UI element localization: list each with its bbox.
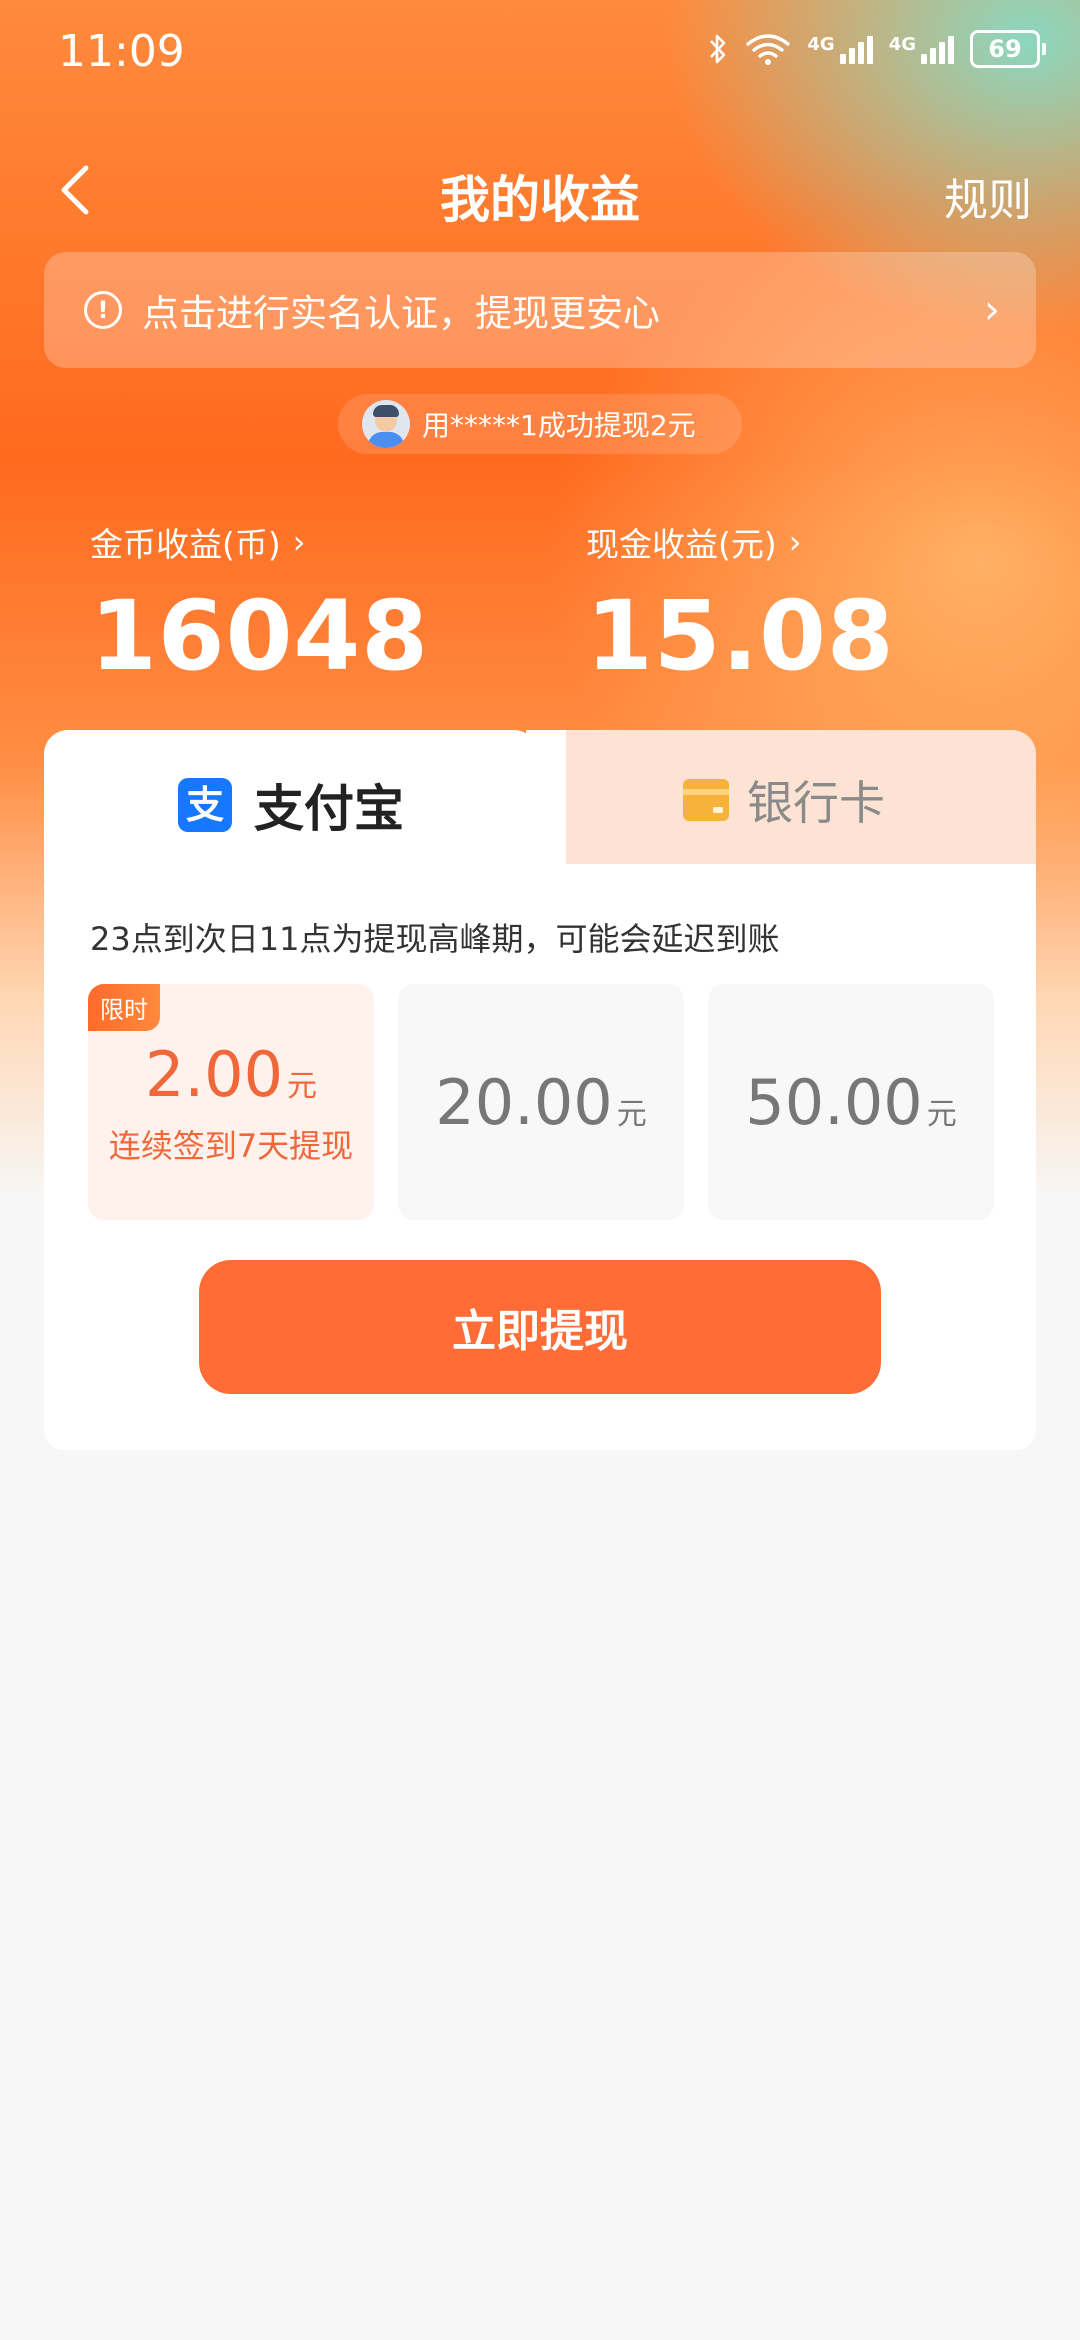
battery-icon: 69 — [970, 30, 1046, 68]
page-title: 我的收益 — [440, 171, 640, 229]
coin-earnings[interactable]: 金币收益(币) › 16048 — [90, 518, 429, 692]
cash-earnings[interactable]: 现金收益(元) › 15.08 — [586, 518, 895, 692]
cell-signal-2-icon: 4G — [889, 34, 954, 64]
limited-time-badge: 限时 — [88, 984, 160, 1031]
cell-signal-1-icon: 4G — [807, 34, 873, 64]
verification-banner[interactable]: ! 点击进行实名认证，提现更安心 › — [44, 252, 1036, 368]
amount-unit: 元 — [287, 1068, 318, 1104]
withdraw-now-button[interactable]: 立即提现 — [199, 1260, 881, 1394]
amount-value: 50.00 — [745, 1065, 923, 1139]
tab-alipay[interactable]: 支 支付宝 — [44, 730, 566, 880]
withdraw-card: 银行卡 23点到次日11点为提现高峰期，可能会延迟到账 限时 2.00 元 连续签… — [44, 730, 1036, 1450]
amount-option-2[interactable]: 限时 2.00 元 连续签到7天提现 — [88, 984, 374, 1220]
amount-options: 限时 2.00 元 连续签到7天提现 20.00 元 50.00 元 — [88, 984, 994, 1220]
amount-option-50[interactable]: 50.00 元 — [708, 984, 994, 1220]
card-body: 23点到次日11点为提现高峰期，可能会延迟到账 限时 2.00 元 连续签到7天提… — [44, 864, 1036, 1450]
amount-condition: 连续签到7天提现 — [108, 1126, 354, 1165]
alert-circle-icon: ! — [84, 291, 122, 329]
tab-bank-card[interactable]: 银行卡 — [532, 730, 1036, 870]
status-icons: 4G 4G 69 — [707, 30, 1046, 68]
banner-text: 点击进行实名认证，提现更安心 — [142, 292, 660, 335]
chevron-right-icon: › — [292, 523, 306, 561]
status-bar: 11:09 4G 4G 69 — [0, 0, 1080, 110]
amount-value: 20.00 — [435, 1065, 613, 1139]
bluetooth-icon — [710, 34, 726, 64]
withdraw-ticker: 用*****1成功提现2元 — [338, 394, 742, 454]
ticker-text: 用*****1成功提现2元 — [422, 409, 696, 442]
cash-earnings-value: 15.08 — [586, 580, 895, 692]
coin-earnings-label: 金币收益(币) — [90, 525, 281, 564]
tab-alipay-label: 支付宝 — [254, 780, 404, 838]
bank-card-icon — [683, 779, 729, 821]
chevron-right-icon: › — [984, 287, 1000, 333]
alipay-icon: 支 — [178, 778, 232, 832]
nav-bar: 我的收益 规则 — [0, 140, 1080, 240]
tab-bank-card-label: 银行卡 — [747, 776, 885, 830]
cash-earnings-label: 现金收益(元) — [586, 525, 777, 564]
peak-time-notice: 23点到次日11点为提现高峰期，可能会延迟到账 — [90, 920, 780, 958]
amount-unit: 元 — [616, 1096, 647, 1132]
clock: 11:09 — [58, 26, 185, 77]
amount-unit: 元 — [926, 1096, 957, 1132]
avatar — [362, 400, 410, 448]
amount-value: 2.00 — [144, 1037, 284, 1111]
amount-option-20[interactable]: 20.00 元 — [398, 984, 684, 1220]
coin-earnings-value: 16048 — [90, 580, 429, 692]
rules-link[interactable]: 规则 — [944, 164, 1032, 228]
chevron-right-icon: › — [788, 523, 802, 561]
wifi-icon — [746, 34, 791, 65]
